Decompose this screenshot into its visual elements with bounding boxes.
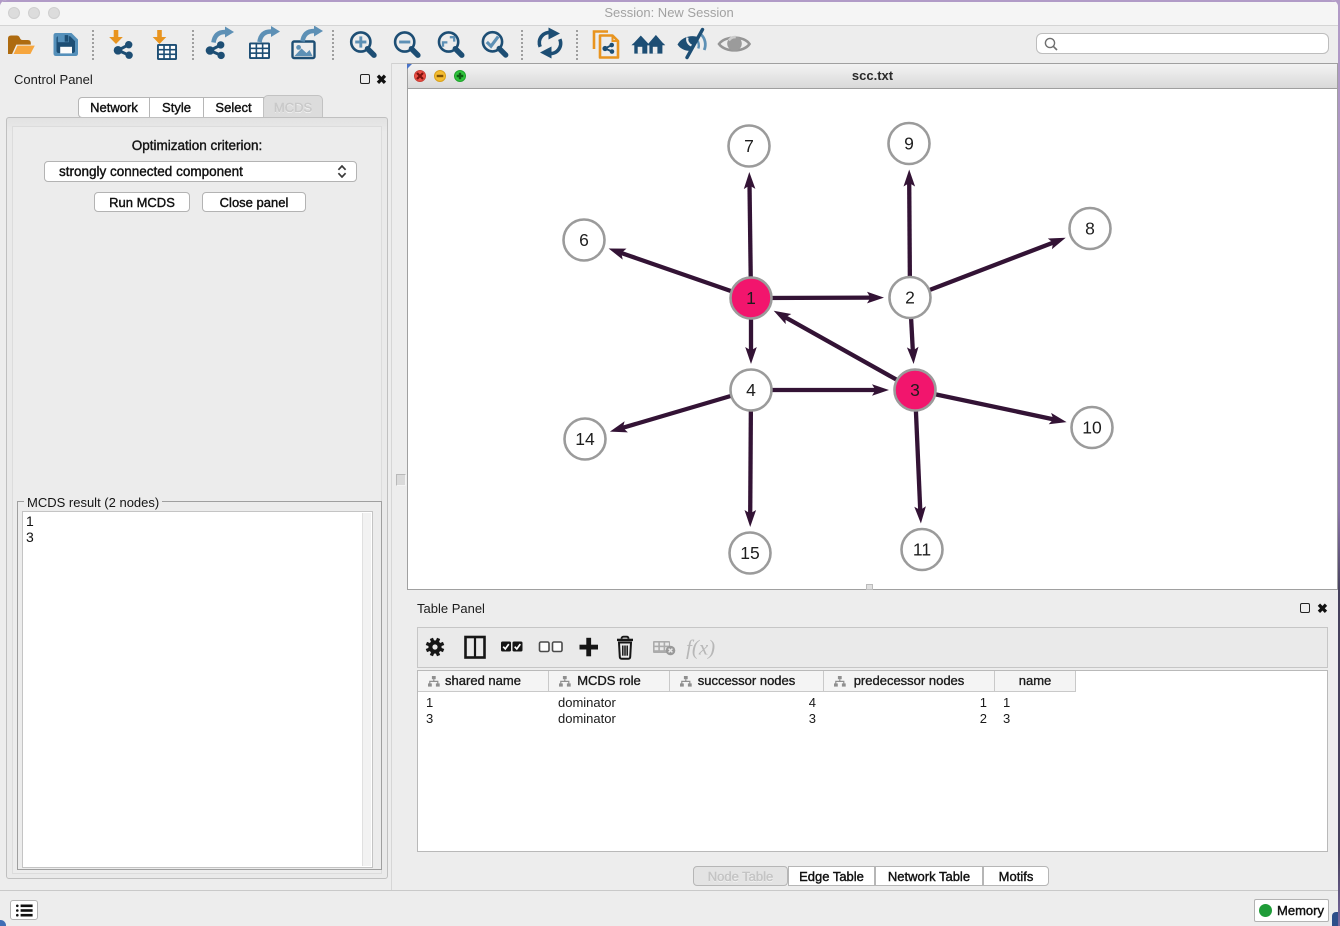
svg-text:2: 2 <box>905 288 915 308</box>
svg-text:7: 7 <box>744 136 754 156</box>
svg-text:f(x): f(x) <box>686 636 715 660</box>
svg-text:9: 9 <box>904 134 914 154</box>
svg-text:6: 6 <box>579 230 589 250</box>
svg-text:8: 8 <box>1085 219 1095 239</box>
svg-text:1: 1 <box>746 288 756 308</box>
svg-text:3: 3 <box>910 380 920 400</box>
svg-text:10: 10 <box>1082 418 1102 438</box>
svg-text:14: 14 <box>575 429 595 449</box>
svg-text:4: 4 <box>746 380 756 400</box>
svg-text:15: 15 <box>740 543 759 563</box>
svg-text:11: 11 <box>913 540 931 560</box>
